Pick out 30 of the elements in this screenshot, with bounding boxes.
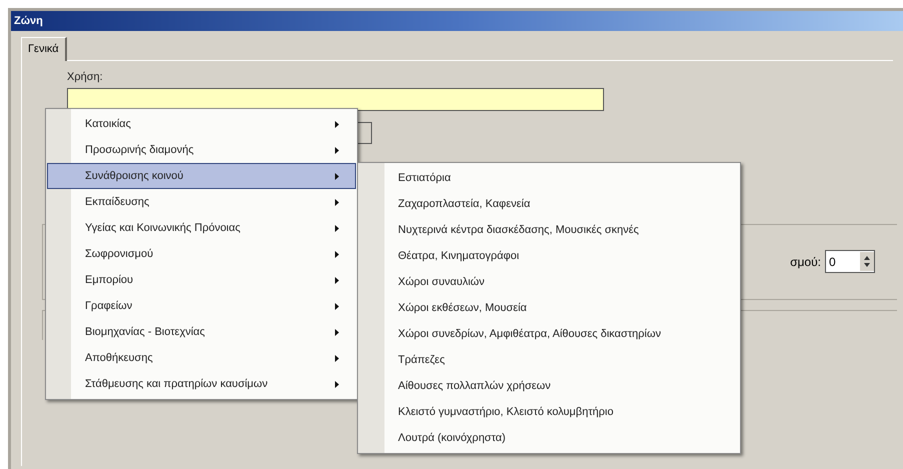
menu-item[interactable]: Αίθουσες πολλαπλών χρήσεων <box>358 373 740 399</box>
field-label: Χρήση: <box>67 70 104 85</box>
menu-item[interactable]: Θέατρα, Κινηματογράφοι <box>358 243 740 269</box>
tab[interactable]: Γενικά <box>21 37 67 61</box>
menu-item[interactable]: Χώροι συναυλιών <box>358 269 740 295</box>
menu-item[interactable]: Κλειστό γυμναστήριο, Κλειστό κολυμβητήριο <box>358 399 740 425</box>
menu-item[interactable]: Εστιατόρια <box>358 165 740 191</box>
menu-item[interactable]: Ζαχαροπλαστεία, Καφενεία <box>358 191 740 217</box>
menu-item[interactable]: Σωφρονισμού <box>47 241 356 267</box>
menu-item[interactable]: Γραφείων <box>47 293 356 319</box>
menu-item[interactable]: Υγείας και Κοινωνικής Πρόνοιας <box>47 215 356 241</box>
menu-item[interactable]: Νυχτερινά κέντρα διασκέδασης, Μουσικές σκηνές <box>358 217 740 243</box>
menu-item[interactable]: Χώροι συνεδρίων, Αμφιθέατρα, Αίθουσες δικαστηρίων <box>358 321 740 347</box>
menu-item[interactable]: Αποθήκευσης <box>47 345 356 371</box>
spin-label: σμού: <box>790 254 821 270</box>
menu-item[interactable]: Λουτρά (κοινόχρηστα) <box>358 425 740 451</box>
menu-item[interactable]: Εκπαίδευσης <box>47 189 356 215</box>
menu-item[interactable]: Τράπεζες <box>358 347 740 373</box>
window-title: Ζώνη <box>14 14 43 29</box>
menu-item[interactable]: Εμπορίου <box>47 267 356 293</box>
menu-item[interactable]: Κατοικίας <box>47 111 356 137</box>
spin-field[interactable]: 0 <box>825 250 875 273</box>
spin-value: 0 <box>828 254 837 270</box>
usage-field[interactable] <box>67 88 604 110</box>
menu-item[interactable]: Προσωρινής διαμονής <box>47 137 356 163</box>
spin-arrows-icon[interactable] <box>860 252 874 271</box>
menu-item[interactable]: Χώροι εκθέσεων, Μουσεία <box>358 295 740 321</box>
menu-item[interactable]: Στάθμευσης και πρατηρίων καυσίμων <box>47 371 356 397</box>
menu-item[interactable]: Συνάθροισης κοινού <box>47 163 356 189</box>
menu-item[interactable]: Βιομηχανίας - Βιοτεχνίας <box>47 319 356 345</box>
